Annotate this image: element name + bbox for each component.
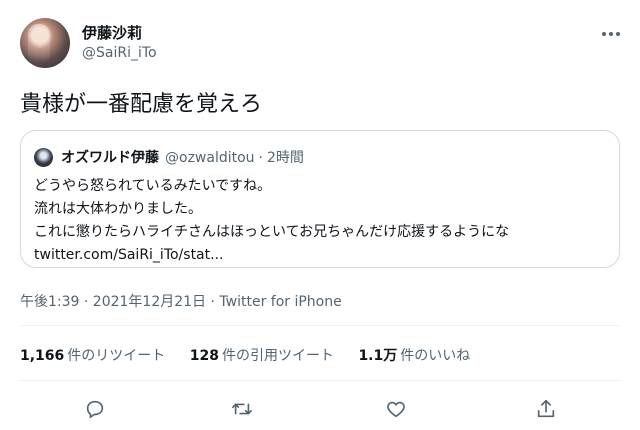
retweet-count[interactable]: 1,166 件のリツイート (20, 345, 165, 365)
quoted-line: 流れは大体わかりました。 (34, 201, 202, 217)
divider (20, 380, 620, 381)
reply-icon (86, 400, 104, 419)
quoted-separator: · (258, 150, 263, 166)
quoted-tweet-card[interactable]: オズワルド伊藤 @ozwalditou · 2時間 どうやら怒られているみたいですね。… (20, 130, 620, 268)
like-count[interactable]: 1.1万 件のいいね (358, 345, 470, 365)
action-bar (20, 393, 620, 425)
author-display-name[interactable]: 伊藤沙莉 (82, 22, 142, 43)
like-icon (387, 401, 405, 418)
quoted-line: どうやら怒られているみたいですね。 (34, 178, 272, 194)
quote-tweet-count[interactable]: 128 件の引用ツイート (190, 345, 334, 365)
quoted-author-avatar (34, 148, 53, 167)
quoted-line: これに懲りたらハライチさんはほっといてお兄ちゃんだけ応援するようにな (34, 224, 510, 240)
author-handle[interactable]: @SaiRi_iTo (82, 45, 157, 61)
more-options-icon[interactable] (598, 24, 624, 44)
engagement-stats: 1,166 件のリツイート 128 件の引用ツイート 1.1万 件のいいね (20, 345, 490, 365)
like-button[interactable] (380, 393, 412, 425)
tweet-timestamp[interactable]: 午後1:39 · 2021年12月21日 · Twitter for iPhon… (20, 291, 342, 311)
quoted-tweet-header: オズワルド伊藤 @ozwalditou · 2時間 (61, 147, 304, 167)
share-icon (537, 399, 555, 418)
author-avatar[interactable] (20, 18, 70, 68)
reply-button[interactable] (79, 393, 111, 425)
tweet-text: 貴様が一番配慮を覚えろ (20, 92, 263, 117)
quoted-link[interactable]: twitter.com/SaiRi_iTo/stat... (34, 244, 614, 267)
retweet-button[interactable] (226, 393, 258, 425)
divider (20, 325, 620, 326)
quoted-tweet-body: どうやら怒られているみたいですね。 流れは大体わかりました。 これに懲りたらハラ… (34, 175, 614, 267)
retweet-icon (232, 403, 252, 415)
share-button[interactable] (530, 393, 562, 425)
quoted-time: 2時間 (267, 150, 304, 166)
quoted-author-handle: @ozwalditou (165, 150, 255, 166)
quoted-author-name: オズワルド伊藤 (61, 150, 159, 166)
